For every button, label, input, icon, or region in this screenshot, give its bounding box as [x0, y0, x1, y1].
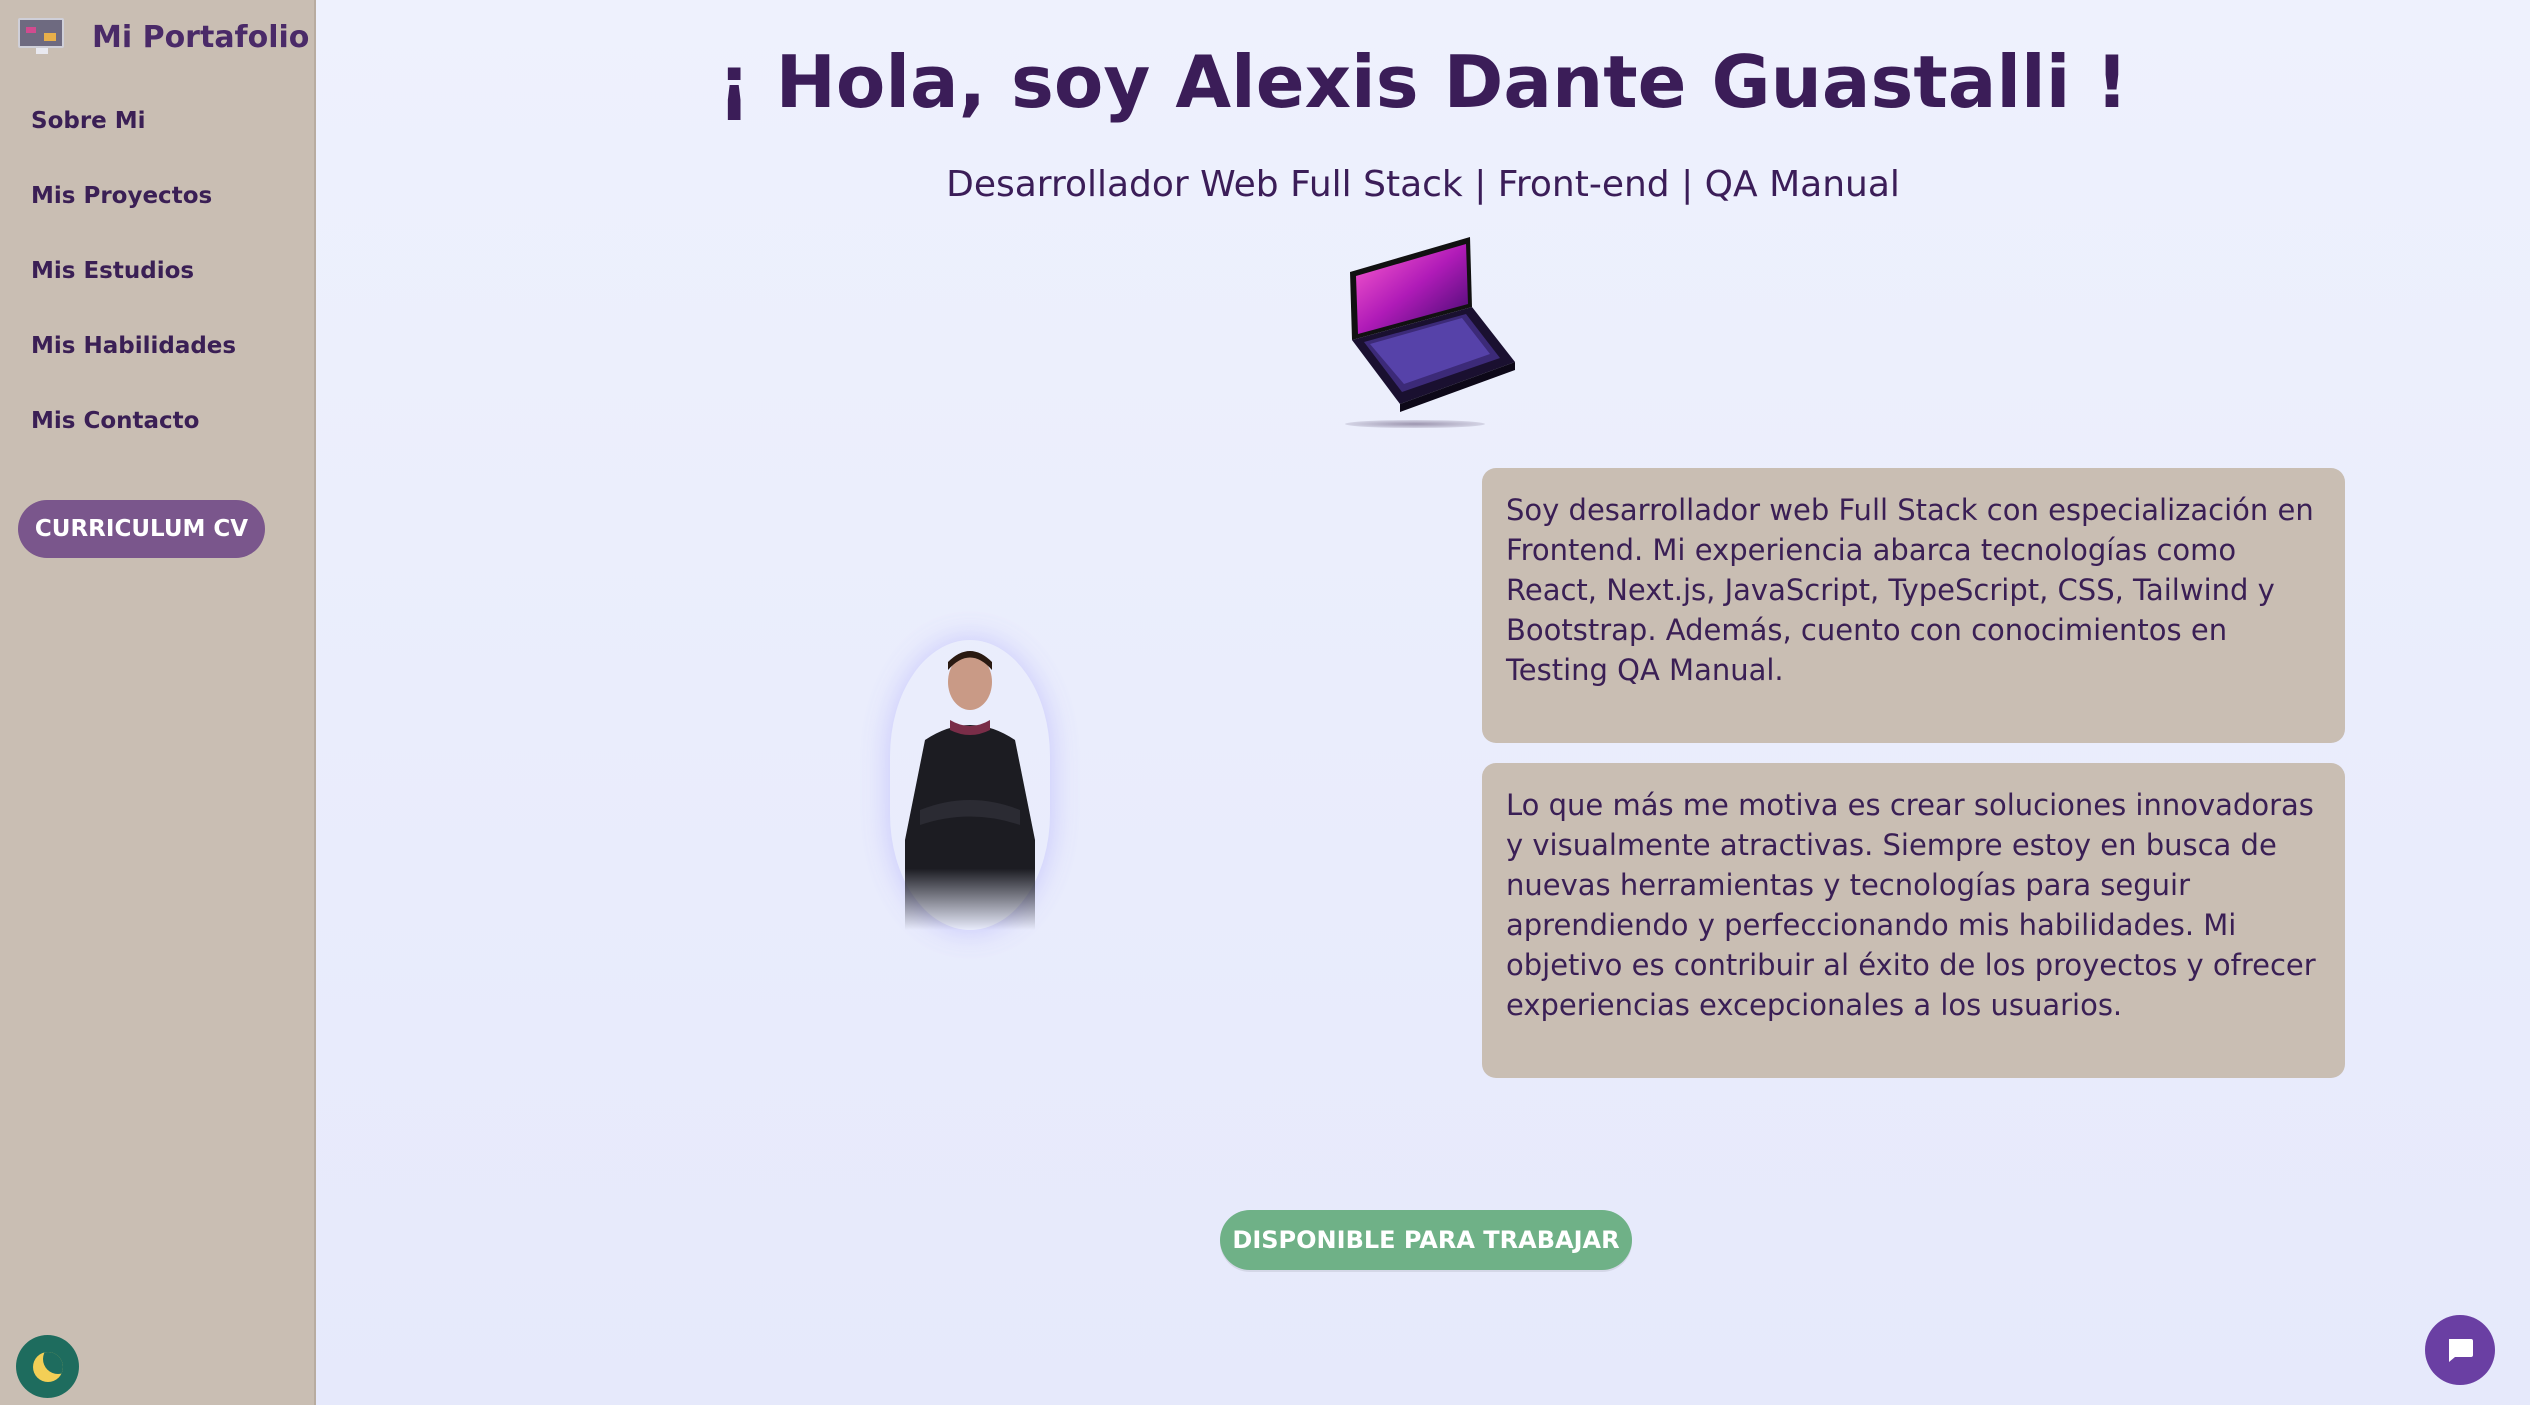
page-subtitle: Desarrollador Web Full Stack | Front-end… [946, 164, 1900, 205]
about-card-1: Soy desarrollador web Full Stack con esp… [1482, 468, 2345, 743]
sidebar-item-habilidades[interactable]: Mis Habilidades [31, 325, 236, 400]
monitor-icon [18, 18, 66, 56]
avatar [905, 651, 1035, 930]
brand-title[interactable]: Mi Portafolio [92, 20, 309, 55]
sidebar-nav: Sobre Mi Mis Proyectos Mis Estudios Mis … [31, 100, 236, 475]
curriculum-cv-button[interactable]: CURRICULUM CV [18, 500, 265, 558]
theme-toggle-button[interactable] [16, 1335, 79, 1398]
laptop-shadow [1345, 420, 1485, 428]
sidebar: Mi Portafolio Sobre Mi Mis Proyectos Mis… [0, 0, 316, 1405]
about-card-2: Lo que más me motiva es crear soluciones… [1482, 763, 2345, 1078]
available-for-work-button[interactable]: DISPONIBLE PARA TRABAJAR [1220, 1210, 1632, 1270]
sidebar-item-proyectos[interactable]: Mis Proyectos [31, 175, 236, 250]
page-title: ¡ Hola, soy Alexis Dante Guastalli ! [717, 40, 2129, 124]
chat-bubble-icon [2449, 1339, 2473, 1362]
laptop-icon [1350, 237, 1515, 412]
chat-button[interactable] [2425, 1315, 2495, 1385]
sidebar-item-estudios[interactable]: Mis Estudios [31, 250, 236, 325]
sidebar-item-contacto[interactable]: Mis Contacto [31, 400, 236, 475]
sidebar-item-sobre-mi[interactable]: Sobre Mi [31, 100, 236, 175]
brand[interactable]: Mi Portafolio [18, 18, 309, 56]
moon-icon [32, 1351, 63, 1382]
